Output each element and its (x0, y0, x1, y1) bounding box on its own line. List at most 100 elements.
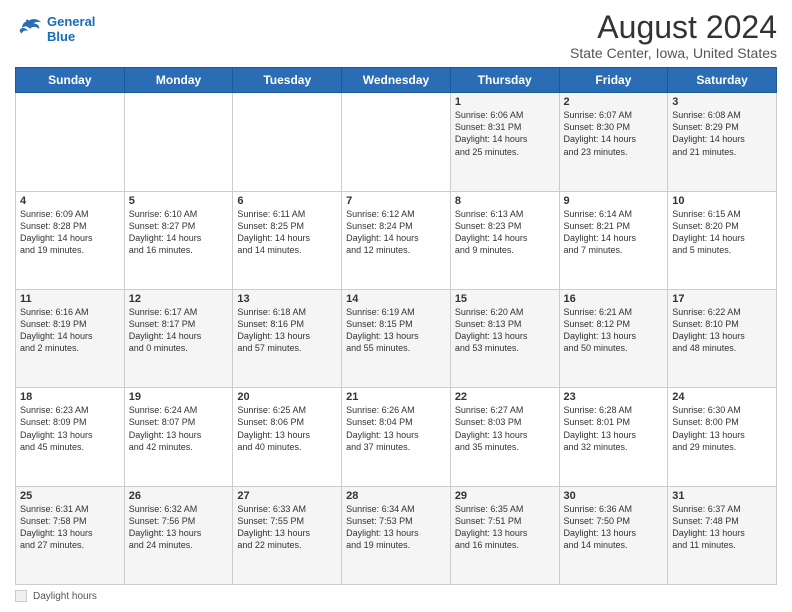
calendar-day-cell: 9Sunrise: 6:14 AM Sunset: 8:21 PM Daylig… (559, 191, 668, 289)
calendar-day-cell: 1Sunrise: 6:06 AM Sunset: 8:31 PM Daylig… (450, 93, 559, 191)
legend-box (15, 590, 27, 602)
day-number: 21 (346, 391, 446, 403)
day-number: 9 (564, 195, 664, 207)
day-info: Sunrise: 6:33 AM Sunset: 7:55 PM Dayligh… (237, 503, 337, 552)
calendar-day-cell: 26Sunrise: 6:32 AM Sunset: 7:56 PM Dayli… (124, 486, 233, 584)
day-info: Sunrise: 6:23 AM Sunset: 8:09 PM Dayligh… (20, 404, 120, 453)
calendar-day-cell: 27Sunrise: 6:33 AM Sunset: 7:55 PM Dayli… (233, 486, 342, 584)
day-info: Sunrise: 6:15 AM Sunset: 8:20 PM Dayligh… (672, 208, 772, 257)
calendar-day-cell: 22Sunrise: 6:27 AM Sunset: 8:03 PM Dayli… (450, 388, 559, 486)
calendar-day-cell: 7Sunrise: 6:12 AM Sunset: 8:24 PM Daylig… (342, 191, 451, 289)
calendar-day-cell: 16Sunrise: 6:21 AM Sunset: 8:12 PM Dayli… (559, 289, 668, 387)
day-info: Sunrise: 6:24 AM Sunset: 8:07 PM Dayligh… (129, 404, 229, 453)
day-of-week-header: Sunday (16, 68, 125, 93)
day-info: Sunrise: 6:35 AM Sunset: 7:51 PM Dayligh… (455, 503, 555, 552)
logo: General Blue (15, 14, 95, 44)
day-info: Sunrise: 6:28 AM Sunset: 8:01 PM Dayligh… (564, 404, 664, 453)
day-info: Sunrise: 6:12 AM Sunset: 8:24 PM Dayligh… (346, 208, 446, 257)
day-info: Sunrise: 6:26 AM Sunset: 8:04 PM Dayligh… (346, 404, 446, 453)
calendar-week-row: 25Sunrise: 6:31 AM Sunset: 7:58 PM Dayli… (16, 486, 777, 584)
day-number: 25 (20, 490, 120, 502)
calendar-day-cell: 24Sunrise: 6:30 AM Sunset: 8:00 PM Dayli… (668, 388, 777, 486)
day-of-week-header: Saturday (668, 68, 777, 93)
day-info: Sunrise: 6:32 AM Sunset: 7:56 PM Dayligh… (129, 503, 229, 552)
day-info: Sunrise: 6:25 AM Sunset: 8:06 PM Dayligh… (237, 404, 337, 453)
day-info: Sunrise: 6:06 AM Sunset: 8:31 PM Dayligh… (455, 109, 555, 158)
sub-title: State Center, Iowa, United States (570, 45, 777, 61)
day-info: Sunrise: 6:07 AM Sunset: 8:30 PM Dayligh… (564, 109, 664, 158)
day-info: Sunrise: 6:08 AM Sunset: 8:29 PM Dayligh… (672, 109, 772, 158)
day-number: 12 (129, 293, 229, 305)
main-title: August 2024 (570, 10, 777, 45)
header-row: SundayMondayTuesdayWednesdayThursdayFrid… (16, 68, 777, 93)
calendar-day-cell: 15Sunrise: 6:20 AM Sunset: 8:13 PM Dayli… (450, 289, 559, 387)
day-number: 13 (237, 293, 337, 305)
calendar-day-cell: 10Sunrise: 6:15 AM Sunset: 8:20 PM Dayli… (668, 191, 777, 289)
day-number: 30 (564, 490, 664, 502)
logo-bird-icon (15, 17, 43, 41)
day-number: 11 (20, 293, 120, 305)
calendar-day-cell (342, 93, 451, 191)
day-number: 29 (455, 490, 555, 502)
day-info: Sunrise: 6:34 AM Sunset: 7:53 PM Dayligh… (346, 503, 446, 552)
day-of-week-header: Thursday (450, 68, 559, 93)
calendar-body: 1Sunrise: 6:06 AM Sunset: 8:31 PM Daylig… (16, 93, 777, 585)
page: General Blue August 2024 State Center, I… (0, 0, 792, 612)
day-info: Sunrise: 6:36 AM Sunset: 7:50 PM Dayligh… (564, 503, 664, 552)
day-info: Sunrise: 6:14 AM Sunset: 8:21 PM Dayligh… (564, 208, 664, 257)
day-info: Sunrise: 6:10 AM Sunset: 8:27 PM Dayligh… (129, 208, 229, 257)
day-of-week-header: Wednesday (342, 68, 451, 93)
calendar-day-cell: 2Sunrise: 6:07 AM Sunset: 8:30 PM Daylig… (559, 93, 668, 191)
day-info: Sunrise: 6:18 AM Sunset: 8:16 PM Dayligh… (237, 306, 337, 355)
calendar-week-row: 11Sunrise: 6:16 AM Sunset: 8:19 PM Dayli… (16, 289, 777, 387)
day-number: 7 (346, 195, 446, 207)
title-block: August 2024 State Center, Iowa, United S… (570, 10, 777, 61)
calendar-day-cell: 28Sunrise: 6:34 AM Sunset: 7:53 PM Dayli… (342, 486, 451, 584)
day-info: Sunrise: 6:09 AM Sunset: 8:28 PM Dayligh… (20, 208, 120, 257)
day-number: 1 (455, 96, 555, 108)
calendar-day-cell: 14Sunrise: 6:19 AM Sunset: 8:15 PM Dayli… (342, 289, 451, 387)
day-number: 28 (346, 490, 446, 502)
calendar-day-cell (124, 93, 233, 191)
day-number: 26 (129, 490, 229, 502)
day-of-week-header: Friday (559, 68, 668, 93)
calendar-week-row: 1Sunrise: 6:06 AM Sunset: 8:31 PM Daylig… (16, 93, 777, 191)
day-info: Sunrise: 6:30 AM Sunset: 8:00 PM Dayligh… (672, 404, 772, 453)
day-info: Sunrise: 6:31 AM Sunset: 7:58 PM Dayligh… (20, 503, 120, 552)
calendar-day-cell: 13Sunrise: 6:18 AM Sunset: 8:16 PM Dayli… (233, 289, 342, 387)
day-number: 16 (564, 293, 664, 305)
calendar-day-cell (233, 93, 342, 191)
day-number: 22 (455, 391, 555, 403)
calendar-table: SundayMondayTuesdayWednesdayThursdayFrid… (15, 67, 777, 585)
calendar-day-cell: 5Sunrise: 6:10 AM Sunset: 8:27 PM Daylig… (124, 191, 233, 289)
calendar-day-cell: 17Sunrise: 6:22 AM Sunset: 8:10 PM Dayli… (668, 289, 777, 387)
calendar-day-cell: 3Sunrise: 6:08 AM Sunset: 8:29 PM Daylig… (668, 93, 777, 191)
calendar-day-cell: 23Sunrise: 6:28 AM Sunset: 8:01 PM Dayli… (559, 388, 668, 486)
day-number: 18 (20, 391, 120, 403)
day-info: Sunrise: 6:19 AM Sunset: 8:15 PM Dayligh… (346, 306, 446, 355)
day-number: 6 (237, 195, 337, 207)
calendar-day-cell: 6Sunrise: 6:11 AM Sunset: 8:25 PM Daylig… (233, 191, 342, 289)
calendar-day-cell: 25Sunrise: 6:31 AM Sunset: 7:58 PM Dayli… (16, 486, 125, 584)
calendar-day-cell: 18Sunrise: 6:23 AM Sunset: 8:09 PM Dayli… (16, 388, 125, 486)
calendar-day-cell: 29Sunrise: 6:35 AM Sunset: 7:51 PM Dayli… (450, 486, 559, 584)
day-number: 23 (564, 391, 664, 403)
day-number: 3 (672, 96, 772, 108)
day-info: Sunrise: 6:20 AM Sunset: 8:13 PM Dayligh… (455, 306, 555, 355)
calendar-day-cell: 21Sunrise: 6:26 AM Sunset: 8:04 PM Dayli… (342, 388, 451, 486)
calendar-day-cell: 4Sunrise: 6:09 AM Sunset: 8:28 PM Daylig… (16, 191, 125, 289)
day-number: 24 (672, 391, 772, 403)
footer: Daylight hours (15, 590, 777, 602)
logo-text: General Blue (47, 14, 95, 44)
legend-label: Daylight hours (33, 591, 97, 602)
day-number: 17 (672, 293, 772, 305)
day-number: 14 (346, 293, 446, 305)
day-number: 4 (20, 195, 120, 207)
day-info: Sunrise: 6:21 AM Sunset: 8:12 PM Dayligh… (564, 306, 664, 355)
day-number: 19 (129, 391, 229, 403)
calendar-day-cell (16, 93, 125, 191)
calendar-day-cell: 20Sunrise: 6:25 AM Sunset: 8:06 PM Dayli… (233, 388, 342, 486)
day-number: 10 (672, 195, 772, 207)
header: General Blue August 2024 State Center, I… (15, 10, 777, 61)
day-info: Sunrise: 6:22 AM Sunset: 8:10 PM Dayligh… (672, 306, 772, 355)
